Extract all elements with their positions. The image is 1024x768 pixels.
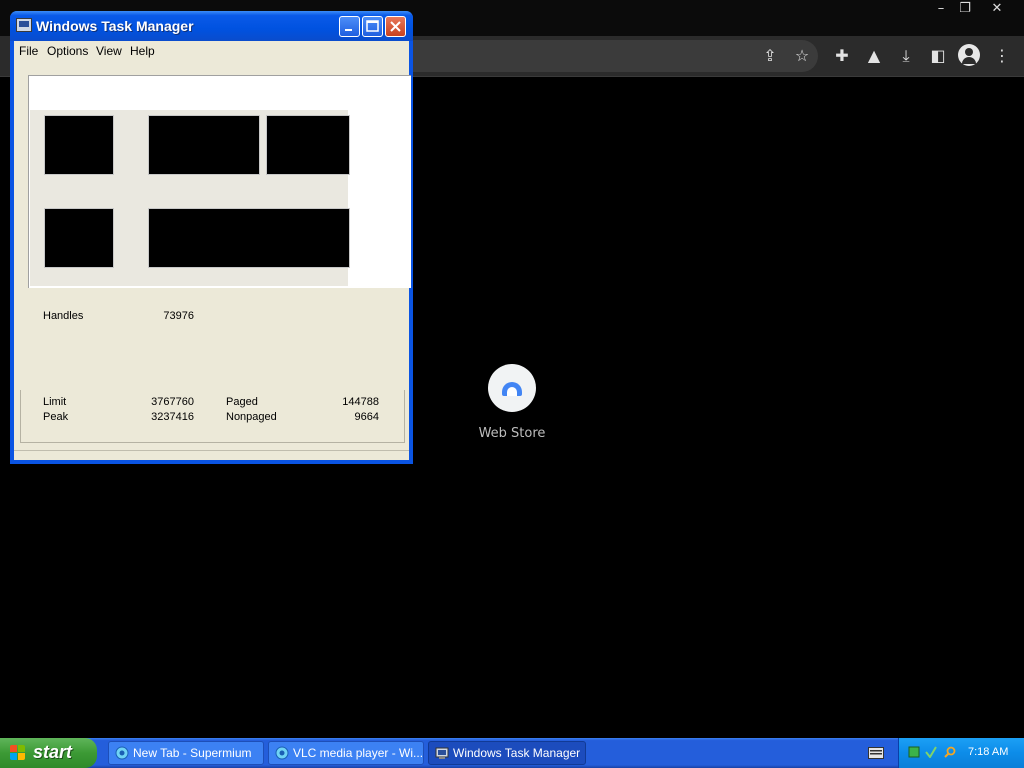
task-label: VLC media player - Wi... [293, 746, 424, 760]
browser-minimize-button[interactable]: – [928, 1, 954, 19]
pf-history-graph [148, 208, 350, 268]
commit-peak-label: Peak [43, 411, 69, 423]
commit-limit-value: 3767760 [151, 396, 194, 408]
menu-kebab-icon[interactable]: ⋮ [990, 44, 1014, 68]
share-icon[interactable]: ⇪ [758, 44, 782, 68]
start-label: start [33, 742, 73, 762]
task-label: New Tab - Supermium [133, 746, 252, 760]
menu-options[interactable]: Options [47, 44, 88, 58]
menu-file[interactable]: File [19, 44, 38, 58]
extensions-icon[interactable]: ✚ [830, 44, 854, 68]
download-icon[interactable]: ⤓ [894, 44, 918, 68]
menu-bar: File Options View Help [14, 41, 409, 61]
handles-value: 73976 [163, 310, 194, 322]
web-store-icon [488, 364, 536, 412]
web-store-shortcut[interactable]: Web Store [479, 364, 545, 441]
task-label: Windows Task Manager [453, 746, 581, 760]
menu-view[interactable]: View [96, 44, 122, 58]
system-tray: 7:18 AM [898, 738, 1024, 768]
cpu-history-graph-2 [266, 115, 350, 175]
supermium-icon [115, 746, 129, 760]
start-button[interactable]: start [0, 738, 97, 768]
task-new-tab-supermium[interactable]: New Tab - Supermium [108, 741, 264, 765]
bookmark-star-icon[interactable]: ☆ [790, 44, 814, 68]
kernel-nonpaged-value: 9664 [354, 411, 379, 423]
commit-peak-value: 3237416 [151, 411, 194, 423]
handles-label: Handles [43, 310, 84, 322]
kernel-paged-value: 144788 [342, 396, 379, 408]
clock[interactable]: 7:18 AM [968, 746, 1008, 758]
labs-flask-icon[interactable]: ▲ [862, 44, 886, 68]
taskbar: start New Tab - Supermium VLC media play… [0, 738, 1024, 768]
close-icon [390, 21, 401, 32]
task-manager-app-icon [16, 18, 32, 32]
task-manager-window: Windows Task Manager File Options View H… [10, 11, 413, 464]
minimize-button[interactable] [339, 16, 360, 37]
task-vlc-media-player[interactable]: VLC media player - Wi... [268, 741, 424, 765]
task-windows-task-manager[interactable]: Windows Task Manager [428, 741, 586, 765]
browser-restore-button[interactable]: ❐ [952, 1, 978, 19]
minimize-icon [345, 29, 352, 31]
kernel-nonpaged-label: Nonpaged [226, 411, 277, 423]
maximize-icon [366, 20, 379, 32]
menu-help[interactable]: Help [130, 44, 155, 58]
status-bar [14, 450, 409, 467]
web-store-label: Web Store [478, 426, 546, 441]
maximize-button[interactable] [362, 16, 383, 37]
cpu-history-graph [148, 115, 260, 175]
performance-graph-panel [28, 75, 411, 288]
graph-area [30, 110, 350, 286]
task-manager-body: File Options View Help Handles 73976 Lim… [14, 41, 411, 460]
profile-avatar-icon[interactable] [958, 44, 980, 66]
close-button[interactable] [385, 16, 406, 37]
keyboard-icon[interactable] [868, 747, 884, 759]
windows-flag-icon [10, 745, 26, 761]
supermium-icon [275, 746, 289, 760]
pf-usage-graph [44, 208, 114, 268]
window-title: Windows Task Manager [36, 18, 194, 34]
network-icon[interactable] [908, 746, 920, 758]
kernel-paged-label: Paged [226, 396, 258, 408]
browser-close-button[interactable]: ✕ [984, 1, 1010, 19]
search-icon[interactable] [944, 746, 956, 758]
commit-limit-label: Limit [43, 396, 67, 408]
task-manager-icon [435, 747, 449, 759]
side-panel-icon[interactable]: ◧ [926, 44, 950, 68]
safely-remove-icon[interactable] [925, 746, 937, 758]
cpu-usage-graph [44, 115, 114, 175]
task-manager-titlebar[interactable]: Windows Task Manager [10, 11, 413, 41]
